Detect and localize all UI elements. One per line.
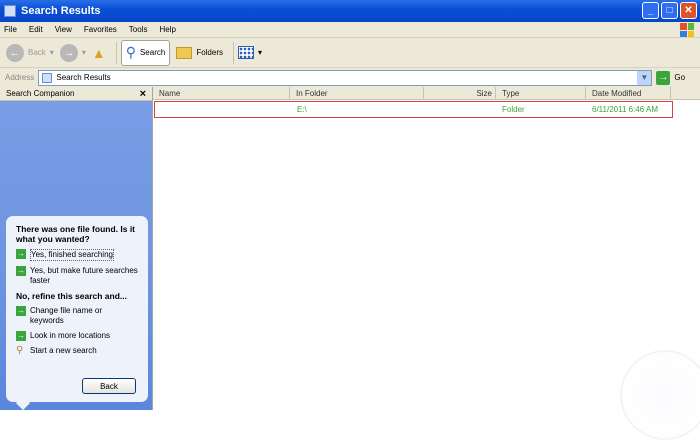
menu-edit[interactable]: Edit xyxy=(29,25,43,34)
close-button[interactable]: ✕ xyxy=(680,2,697,19)
results-list: Name In Folder Size Type Date Modified E… xyxy=(152,87,700,440)
address-label: Address xyxy=(5,73,35,82)
back-label: Back xyxy=(28,48,46,57)
search-label: Search xyxy=(139,48,166,57)
search-button[interactable]: ⚲ Search xyxy=(120,39,171,66)
back-arrow-icon: ← xyxy=(6,43,24,62)
col-name[interactable]: Name xyxy=(153,87,290,99)
menu-favorites[interactable]: Favorites xyxy=(84,25,117,34)
companion-back-button[interactable]: Back xyxy=(82,378,136,394)
search-results-icon xyxy=(4,5,16,17)
option-label: Change file name or keywords xyxy=(30,306,103,325)
menu-file[interactable]: File xyxy=(4,25,17,34)
results-heading: There was one file found. Is it what you… xyxy=(16,224,136,244)
col-size[interactable]: Size xyxy=(424,87,496,99)
companion-bubble: There was one file found. Is it what you… xyxy=(6,216,148,411)
address-value: Search Results xyxy=(56,73,111,82)
folders-button[interactable]: Folders xyxy=(176,46,223,59)
green-arrow-icon: → xyxy=(16,331,26,341)
address-bar: Address Search Results ▼ → Go xyxy=(0,68,700,87)
menu-help[interactable]: Help xyxy=(159,25,175,34)
divider xyxy=(115,41,117,64)
cell-type: Folder xyxy=(502,105,525,114)
search-results-icon xyxy=(42,72,53,83)
green-arrow-icon: → xyxy=(16,249,26,259)
address-input[interactable]: Search Results ▼ xyxy=(38,69,653,86)
option-change-name[interactable]: → Change file name or keywords xyxy=(16,306,138,326)
table-row[interactable]: E:\ Folder 6/11/2011 6:46 AM xyxy=(154,101,673,118)
chevron-down-icon[interactable]: ▼ xyxy=(637,70,652,85)
cell-date: 6/11/2011 6:46 AM xyxy=(592,105,658,114)
forward-arrow-icon: → xyxy=(59,43,78,62)
option-label: Yes, but make future searches faster xyxy=(30,266,138,285)
go-arrow-icon: → xyxy=(656,70,671,85)
title-bar: Search Results _ □ ✕ xyxy=(0,0,700,22)
maximize-button[interactable]: □ xyxy=(661,2,678,19)
back-button[interactable]: ← Back ▾ xyxy=(6,43,54,62)
option-label: Yes, finished searching xyxy=(30,249,114,261)
up-folder-icon: ▲ xyxy=(91,44,106,61)
divider xyxy=(233,41,234,64)
folders-label: Folders xyxy=(196,48,223,57)
search-animation-magnifier xyxy=(620,350,700,440)
col-in-folder[interactable]: In Folder xyxy=(290,87,424,99)
menu-tools[interactable]: Tools xyxy=(129,25,148,34)
forward-button[interactable]: → ▾ xyxy=(59,43,86,62)
col-date-modified[interactable]: Date Modified xyxy=(586,87,671,99)
col-type[interactable]: Type xyxy=(496,87,586,99)
magnifier-icon: ⚲ xyxy=(125,44,136,60)
views-button[interactable]: ▾ xyxy=(238,46,262,59)
magnifier-icon: ⚲ xyxy=(16,345,24,356)
go-label: Go xyxy=(674,73,686,82)
menu-view[interactable]: View xyxy=(55,25,72,34)
column-headers: Name In Folder Size Type Date Modified xyxy=(153,87,700,100)
cell-folder: E:\ xyxy=(297,105,307,114)
window-title: Search Results xyxy=(21,5,101,17)
up-folder-button[interactable]: ▲ xyxy=(92,45,106,61)
green-arrow-icon: → xyxy=(16,306,26,316)
option-new-search[interactable]: ⚲ Start a new search xyxy=(16,346,138,356)
windows-logo-icon xyxy=(680,23,694,37)
minimize-button[interactable]: _ xyxy=(642,2,659,19)
refine-heading: No, refine this search and... xyxy=(16,291,128,301)
close-pane-button[interactable]: × xyxy=(140,88,146,100)
option-finished[interactable]: → Yes, finished searching xyxy=(16,249,138,261)
toolbar: ← Back ▾ → ▾ ▲ ⚲ Search Folders ▾ xyxy=(0,38,700,68)
green-arrow-icon: → xyxy=(16,266,26,276)
search-companion-pane: Search Companion × There was one file fou… xyxy=(0,87,152,411)
option-label: Start a new search xyxy=(30,346,97,355)
go-button[interactable]: → Go xyxy=(656,70,686,85)
views-icon xyxy=(238,46,254,59)
option-label: Look in more locations xyxy=(30,331,111,340)
folders-icon xyxy=(176,46,193,59)
bubble-tail xyxy=(15,395,31,411)
option-more-locations[interactable]: → Look in more locations xyxy=(16,331,138,341)
option-faster[interactable]: → Yes, but make future searches faster xyxy=(16,266,138,286)
menu-bar: File Edit View Favorites Tools Help xyxy=(0,22,700,38)
pane-title: Search Companion xyxy=(6,89,75,98)
